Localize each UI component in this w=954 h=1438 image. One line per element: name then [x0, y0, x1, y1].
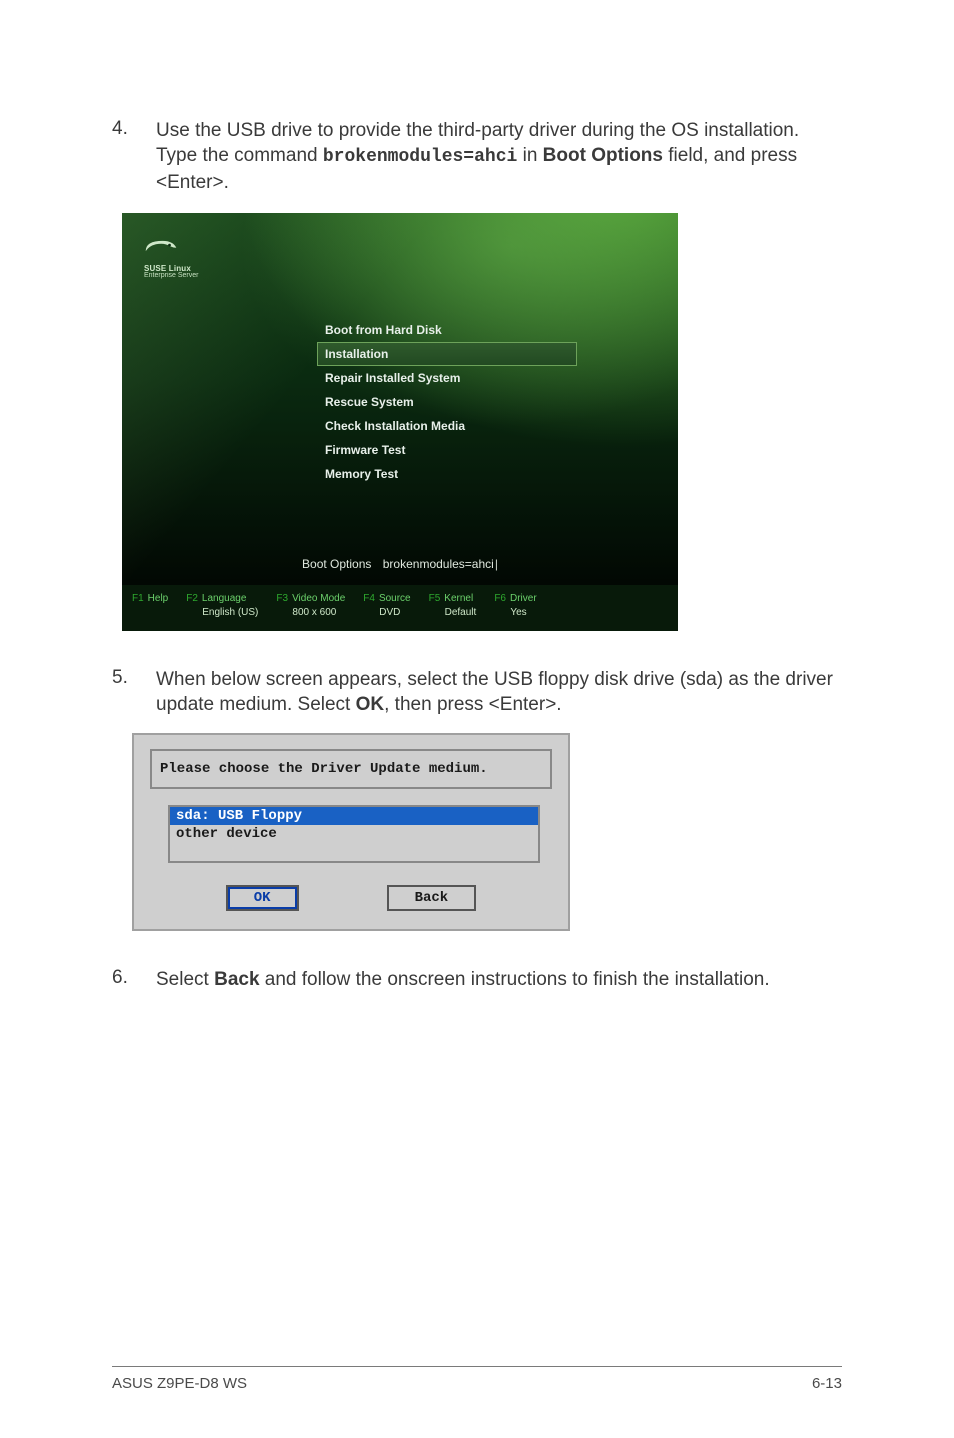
text: , then press <Enter>. — [384, 694, 561, 715]
dialog-option-list: sda: USB Floppy other device — [168, 805, 540, 863]
dialog-option[interactable]: other device — [170, 825, 538, 843]
step-number: 4. — [112, 118, 156, 195]
step-4: 4. Use the USB drive to provide the thir… — [112, 118, 842, 195]
dialog-option-selected[interactable]: sda: USB Floppy — [170, 807, 538, 825]
boot-menu-item[interactable]: Memory Test — [317, 462, 577, 486]
fkey: F1 — [132, 593, 144, 604]
fkey: F4 — [363, 593, 375, 604]
text: Select — [156, 969, 214, 990]
fkey-label: Language — [202, 593, 247, 604]
fkey-value: English (US) — [202, 607, 258, 618]
f2-language[interactable]: F2 Language English (US) — [186, 593, 258, 618]
dialog-title-box: Please choose the Driver Update medium. — [150, 749, 552, 789]
suse-boot-screen: SUSE Linux Enterprise Server Boot from H… — [122, 213, 678, 631]
boot-options-value[interactable]: brokenmodules=ahci — [383, 557, 498, 571]
f3-video-mode[interactable]: F3 Video Mode 800 x 600 — [276, 593, 345, 618]
dialog-title: Please choose the Driver Update medium. — [160, 761, 542, 777]
step-5: 5. When below screen appears, select the… — [112, 667, 842, 717]
boot-menu-item-selected[interactable]: Installation — [317, 342, 577, 366]
fkey-label: Source — [379, 593, 411, 604]
boot-menu-item[interactable]: Repair Installed System — [317, 366, 577, 390]
boot-menu-item[interactable]: Check Installation Media — [317, 414, 577, 438]
footer-left: ASUS Z9PE-D8 WS — [112, 1375, 247, 1392]
suse-logo: SUSE Linux Enterprise Server — [144, 235, 198, 279]
back-button[interactable]: Back — [387, 885, 477, 911]
f4-source[interactable]: F4 Source DVD — [363, 593, 410, 618]
boot-menu: Boot from Hard Disk Installation Repair … — [317, 318, 577, 486]
step-number: 6. — [112, 967, 156, 992]
fkey-label: Kernel — [444, 593, 473, 604]
boot-menu-item[interactable]: Boot from Hard Disk — [317, 318, 577, 342]
bold-text: Back — [214, 969, 259, 990]
fkey-label: Driver — [510, 593, 537, 604]
bold-text: OK — [356, 694, 385, 715]
fkey: F5 — [429, 593, 441, 604]
page-footer: ASUS Z9PE-D8 WS 6-13 — [112, 1366, 842, 1392]
fkey-label: Video Mode — [292, 593, 345, 604]
gecko-icon — [144, 235, 178, 257]
fkey: F2 — [186, 593, 198, 604]
boot-menu-item[interactable]: Rescue System — [317, 390, 577, 414]
step-text: Use the USB drive to provide the third-p… — [156, 118, 842, 195]
boot-options-label: Boot Options — [302, 557, 371, 571]
f5-kernel[interactable]: F5Kernel Default — [429, 593, 477, 618]
boot-options-row: Boot Options brokenmodules=ahci — [122, 557, 678, 571]
function-key-bar: F1 Help F2 Language English (US) F3 Video M… — [122, 585, 678, 631]
bold-text: Boot Options — [543, 145, 663, 166]
footer-right: 6-13 — [812, 1375, 842, 1392]
ok-button[interactable]: OK — [226, 885, 299, 911]
text: and follow the onscreen instructions to … — [260, 969, 770, 990]
step-text: Select Back and follow the onscreen inst… — [156, 967, 770, 992]
f1-help[interactable]: F1 Help — [132, 593, 168, 607]
text: in — [517, 145, 542, 166]
f6-driver[interactable]: F6 Driver Yes — [494, 593, 536, 618]
step-6: 6. Select Back and follow the onscreen i… — [112, 967, 842, 992]
fkey-value: DVD — [379, 607, 400, 618]
command-text: brokenmodules=ahci — [323, 147, 517, 167]
boot-menu-item[interactable]: Firmware Test — [317, 438, 577, 462]
fkey-value: Yes — [510, 607, 526, 618]
step-number: 5. — [112, 667, 156, 717]
driver-update-dialog: Please choose the Driver Update medium. … — [132, 733, 570, 931]
brand-line-2: Enterprise Server — [144, 272, 198, 279]
fkey-value: Default — [445, 607, 477, 618]
fkey: F6 — [494, 593, 506, 604]
fkey-value: 800 x 600 — [292, 607, 336, 618]
fkey-label: Help — [148, 593, 169, 604]
dialog-buttons: OK Back — [142, 871, 560, 921]
step-text: When below screen appears, select the US… — [156, 667, 842, 717]
fkey: F3 — [276, 593, 288, 604]
